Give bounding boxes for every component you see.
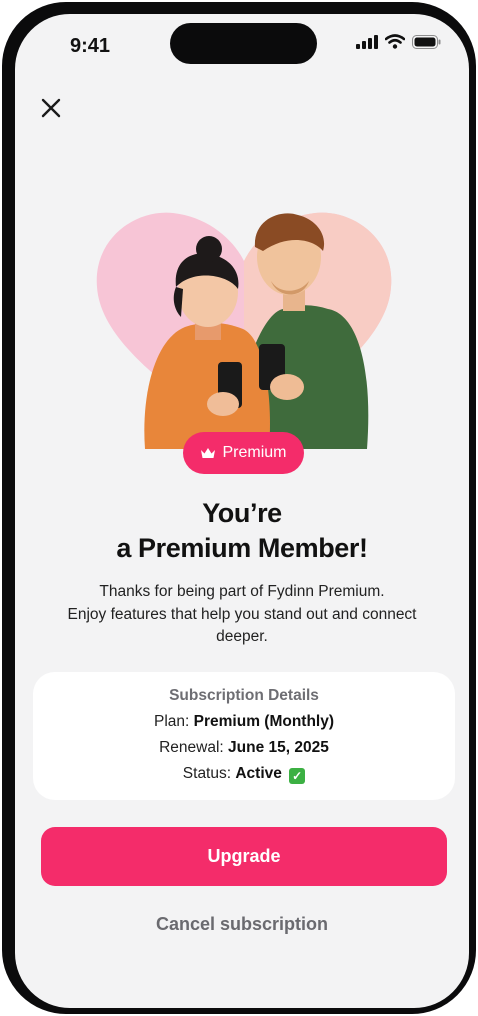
page-title-line-2: a Premium Member!: [116, 533, 368, 563]
description-line-2: Enjoy features that help you stand out a…: [67, 605, 417, 623]
status-icons: [356, 34, 441, 49]
status-label: Status:: [182, 765, 232, 782]
phone-frame: 9:41 Premium You’re a Premium Member! Th…: [2, 2, 476, 1014]
status-row: Status: Active ✓: [33, 765, 455, 784]
close-icon: [41, 98, 61, 118]
wifi-icon: [385, 34, 405, 49]
plan-value: Premium (Monthly): [193, 713, 335, 730]
check-icon: ✓: [289, 768, 306, 784]
renewal-value: June 15, 2025: [228, 739, 329, 756]
premium-badge: Premium: [183, 432, 304, 474]
badge-label: Premium: [222, 444, 287, 461]
close-button[interactable]: [37, 94, 65, 122]
renewal-label: Renewal:: [159, 739, 224, 756]
subscription-heading: Subscription Details: [169, 687, 319, 704]
status-value: Active: [235, 765, 282, 782]
page-title-line-1: You’re: [202, 498, 282, 528]
plan-row: Plan: Premium (Monthly): [33, 713, 455, 731]
status-time: 9:41: [70, 35, 111, 57]
battery-icon: [412, 34, 441, 49]
screen: 9:41 Premium You’re a Premium Member! Th…: [15, 14, 469, 1008]
description: Thanks for being part of Fydinn Premium.…: [35, 581, 449, 649]
description-line-3: deeper.: [216, 628, 268, 645]
signal-icon: [356, 34, 378, 49]
plan-label: Plan:: [153, 713, 190, 730]
subscription-card: Subscription Details Plan: Premium (Mont…: [33, 672, 455, 800]
description-line-1: Thanks for being part of Fydinn Premium.: [99, 583, 385, 600]
dynamic-island: [170, 23, 317, 64]
hero-illustration: [96, 212, 392, 449]
renewal-row: Renewal: June 15, 2025: [33, 739, 455, 757]
crown-icon: [201, 448, 216, 458]
upgrade-button[interactable]: Upgrade: [41, 827, 447, 886]
cancel-subscription-link[interactable]: Cancel subscription: [15, 914, 469, 935]
